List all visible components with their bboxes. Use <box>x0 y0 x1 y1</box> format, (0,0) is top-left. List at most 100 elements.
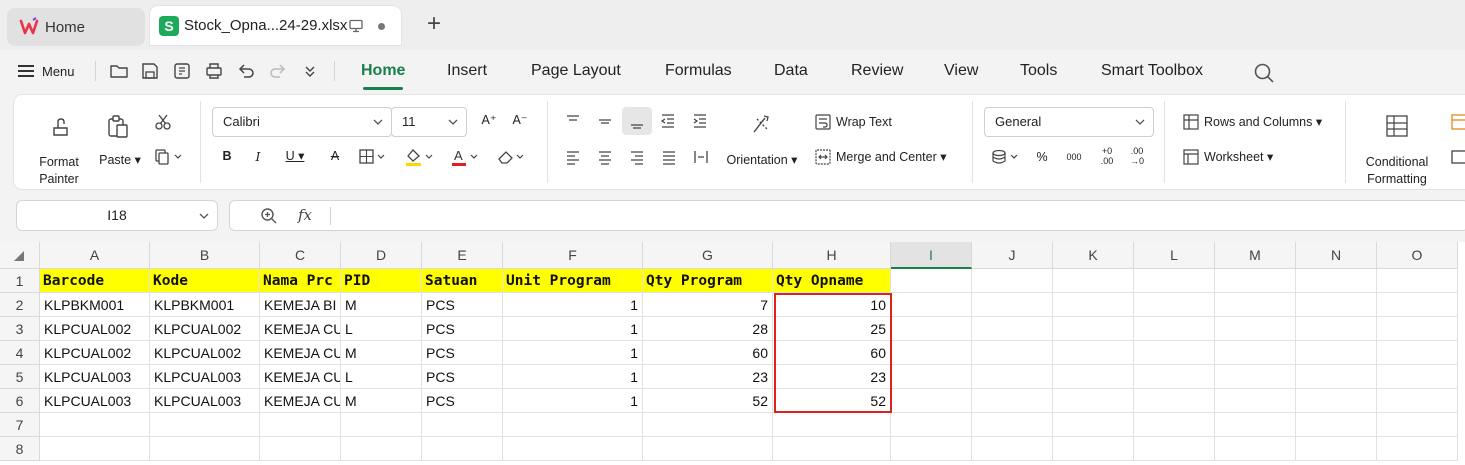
wrap-text-icon[interactable] <box>814 113 832 131</box>
tab-insert[interactable]: Insert <box>447 61 487 83</box>
monitor-icon[interactable] <box>349 19 363 33</box>
cell-f8[interactable] <box>503 437 643 461</box>
cell-o7[interactable] <box>1377 413 1458 437</box>
header-cell[interactable]: Qty Opname <box>773 269 891 293</box>
cell-e5[interactable]: PCS <box>422 365 503 389</box>
cell-g6[interactable]: 52 <box>643 389 773 413</box>
cell-h7[interactable] <box>773 413 891 437</box>
strikethrough-icon[interactable]: A <box>327 148 343 165</box>
row-header-3[interactable]: 3 <box>0 317 40 341</box>
cell-m5[interactable] <box>1215 365 1296 389</box>
paste-icon[interactable] <box>105 114 131 140</box>
row-header-5[interactable]: 5 <box>0 365 40 389</box>
cell-f7[interactable] <box>503 413 643 437</box>
row-header-2[interactable]: 2 <box>0 293 40 317</box>
worksheet-icon[interactable] <box>1182 148 1200 166</box>
unsaved-dot-icon[interactable] <box>378 23 385 30</box>
cell-c4[interactable]: KEMEJA CU <box>260 341 341 365</box>
cell-d5[interactable]: L <box>341 365 422 389</box>
cell-d2[interactable]: M <box>341 293 422 317</box>
tab-page-layout[interactable]: Page Layout <box>531 61 621 83</box>
cell-j2[interactable] <box>972 293 1053 317</box>
column-header-a[interactable]: A <box>40 242 150 269</box>
wrap-text-button[interactable]: Wrap Text <box>836 114 892 131</box>
cell-k5[interactable] <box>1053 365 1134 389</box>
cell-b3[interactable]: KLPCUAL002 <box>150 317 260 341</box>
cell-n6[interactable] <box>1296 389 1377 413</box>
cell-h4[interactable]: 60 <box>773 341 891 365</box>
cell-l4[interactable] <box>1134 341 1215 365</box>
cell-b6[interactable]: KLPCUAL003 <box>150 389 260 413</box>
format-painter-icon[interactable] <box>50 116 72 138</box>
header-cell[interactable]: Kode <box>150 269 260 293</box>
cell-l7[interactable] <box>1134 413 1215 437</box>
cell-i1[interactable] <box>891 269 972 293</box>
cell-a3[interactable]: KLPCUAL002 <box>40 317 150 341</box>
cell-n3[interactable] <box>1296 317 1377 341</box>
tab-review[interactable]: Review <box>851 61 903 83</box>
cell-o4[interactable] <box>1377 341 1458 365</box>
tab-formulas[interactable]: Formulas <box>665 61 732 83</box>
tab-tools[interactable]: Tools <box>1020 61 1057 83</box>
cell-a6[interactable]: KLPCUAL003 <box>40 389 150 413</box>
cell-g3[interactable]: 28 <box>643 317 773 341</box>
select-all-corner[interactable] <box>0 242 40 269</box>
cell-n8[interactable] <box>1296 437 1377 461</box>
orientation-button[interactable]: Orientation ▾ <box>720 152 804 169</box>
cell-i5[interactable] <box>891 365 972 389</box>
column-header-o[interactable]: O <box>1377 242 1458 269</box>
cell-m1[interactable] <box>1215 269 1296 293</box>
cell-a4[interactable]: KLPCUAL002 <box>40 341 150 365</box>
cell-n2[interactable] <box>1296 293 1377 317</box>
column-header-e[interactable]: E <box>422 242 503 269</box>
cell-c6[interactable]: KEMEJA CU <box>260 389 341 413</box>
cell-j4[interactable] <box>972 341 1053 365</box>
conditional-formatting-icon[interactable] <box>1385 114 1409 138</box>
cell-j7[interactable] <box>972 413 1053 437</box>
cell-k3[interactable] <box>1053 317 1134 341</box>
cell-m3[interactable] <box>1215 317 1296 341</box>
row-header-6[interactable]: 6 <box>0 389 40 413</box>
align-right-icon[interactable] <box>628 148 646 166</box>
cell-c8[interactable] <box>260 437 341 461</box>
header-cell[interactable]: Satuan <box>422 269 503 293</box>
cell-m6[interactable] <box>1215 389 1296 413</box>
customize-chevron-icon[interactable] <box>300 61 320 81</box>
cell-k6[interactable] <box>1053 389 1134 413</box>
orientation-icon[interactable] <box>749 113 773 137</box>
increase-decimal-icon[interactable]: +0.00 <box>1096 146 1118 166</box>
cut-icon[interactable] <box>154 113 172 131</box>
conditional-formatting-button[interactable]: Conditional Formatting <box>1358 154 1436 188</box>
cell-d8[interactable] <box>341 437 422 461</box>
decrease-font-icon[interactable]: A⁻ <box>512 112 528 129</box>
tab-home-ribbon[interactable]: Home <box>361 61 405 90</box>
header-cell[interactable]: Unit Program <box>503 269 643 293</box>
cell-c3[interactable]: KEMEJA CU <box>260 317 341 341</box>
rows-columns-icon[interactable] <box>1182 113 1200 131</box>
cell-j5[interactable] <box>972 365 1053 389</box>
cell-o2[interactable] <box>1377 293 1458 317</box>
cell-h6[interactable]: 52 <box>773 389 891 413</box>
underline-icon[interactable]: U ▾ <box>282 148 308 165</box>
cell-h5[interactable]: 23 <box>773 365 891 389</box>
row-header-8[interactable]: 8 <box>0 437 40 461</box>
row-header-7[interactable]: 7 <box>0 413 40 437</box>
cell-n5[interactable] <box>1296 365 1377 389</box>
cell-j3[interactable] <box>972 317 1053 341</box>
cell-o8[interactable] <box>1377 437 1458 461</box>
cell-g5[interactable]: 23 <box>643 365 773 389</box>
copy-icon[interactable] <box>154 148 184 166</box>
table-style-icon[interactable] <box>1450 113 1465 131</box>
column-header-k[interactable]: K <box>1053 242 1134 269</box>
currency-icon[interactable] <box>990 148 1022 166</box>
save-icon[interactable] <box>140 61 160 81</box>
cell-o1[interactable] <box>1377 269 1458 293</box>
cell-o5[interactable] <box>1377 365 1458 389</box>
row-header-1[interactable]: 1 <box>0 269 40 293</box>
column-header-l[interactable]: L <box>1134 242 1215 269</box>
cell-l5[interactable] <box>1134 365 1215 389</box>
open-folder-icon[interactable] <box>109 61 129 81</box>
redo-icon[interactable] <box>268 61 288 81</box>
tab-smart-toolbox[interactable]: Smart Toolbox <box>1101 61 1203 83</box>
column-header-j[interactable]: J <box>972 242 1053 269</box>
